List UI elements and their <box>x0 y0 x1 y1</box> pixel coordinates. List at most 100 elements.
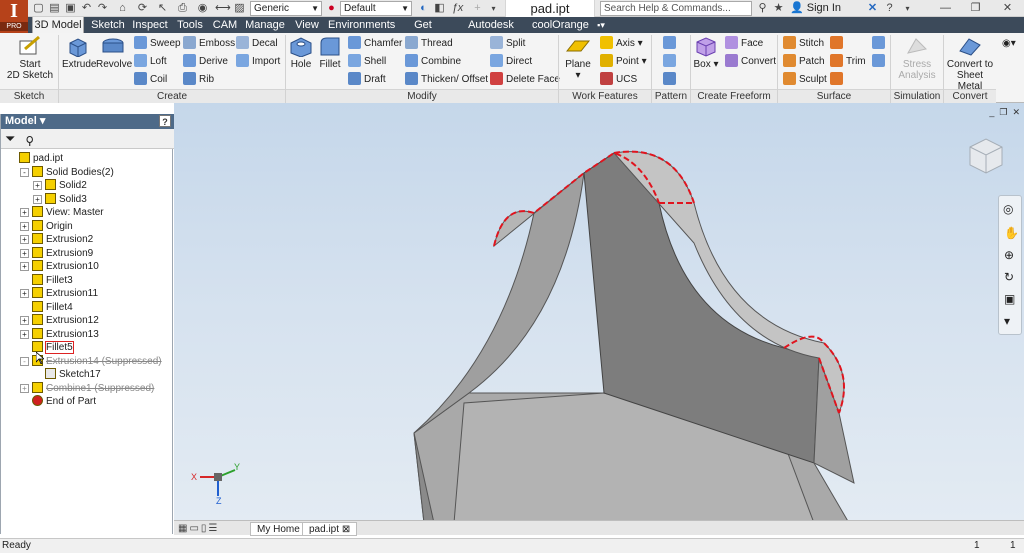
trim-button[interactable]: Trim <box>830 54 866 69</box>
tree-item[interactable]: + Solid3 <box>33 192 87 206</box>
tree-item[interactable]: + Extrusion2 <box>20 233 93 246</box>
tree-item[interactable]: + Extrusion9 <box>20 246 93 260</box>
tab-sketch[interactable]: Sketch <box>88 17 128 33</box>
measure-icon[interactable]: ⟷ <box>215 1 231 16</box>
browser-header[interactable]: Model ▾ ? <box>1 114 174 129</box>
tree-item[interactable]: Fillet5 <box>20 341 74 354</box>
sculpt-button[interactable]: Sculpt <box>783 72 827 87</box>
restore-icon[interactable]: ❐ <box>968 1 983 16</box>
style-combo[interactable]: Default ▼ <box>340 1 412 16</box>
tree-item[interactable]: + Extrusion13 <box>20 327 99 341</box>
vp-restore-icon[interactable]: ❐ <box>999 107 1007 117</box>
zoom-icon[interactable]: ⊕ <box>1004 248 1014 262</box>
steering-wheel-icon[interactable]: ◎ <box>1003 202 1013 216</box>
adjust-icon[interactable]: ◧ <box>432 1 447 16</box>
help-menu-icon[interactable]: ▾ <box>900 1 915 16</box>
loft-button[interactable]: Loft <box>134 54 167 69</box>
browser-help-button[interactable]: ? <box>159 115 171 127</box>
rib-button[interactable]: Rib <box>183 72 214 87</box>
expand-icon[interactable]: + <box>33 181 42 190</box>
start-2d-sketch-button[interactable]: Start 2D Sketch <box>6 35 54 81</box>
delete-face-button[interactable]: Delete Face <box>490 72 560 87</box>
freeform-convert-button[interactable]: Convert <box>725 54 776 69</box>
decal-button[interactable]: Decal <box>236 36 278 51</box>
tree-item[interactable]: Fillet3 <box>20 273 73 287</box>
box-button[interactable]: Box ▾ <box>692 35 720 70</box>
tile-layout-icons[interactable]: ▦▭▯☰ <box>178 523 219 534</box>
shell-button[interactable]: Shell <box>348 54 386 69</box>
sweep-button[interactable]: Sweep <box>134 36 181 51</box>
expand-icon[interactable]: + <box>20 221 29 231</box>
customize-icon[interactable]: ▾ <box>486 1 501 16</box>
tab-environments[interactable]: Environments <box>328 17 395 33</box>
ribbon-options-icon[interactable]: ◉▾ <box>1002 36 1016 51</box>
tree-item[interactable]: End of Part <box>20 395 96 408</box>
print-icon[interactable]: ⎙ <box>175 1 190 16</box>
nav-options-icon[interactable]: ▾ <box>1004 314 1010 328</box>
sign-in[interactable]: 👤 Sign In <box>790 0 841 17</box>
plus-icon[interactable]: + <box>470 1 485 16</box>
axis-button[interactable]: Axis ▾ <box>600 36 643 51</box>
doc-tab-my-home[interactable]: My Home <box>250 522 307 536</box>
tab-3d-model[interactable]: 3D Model <box>32 17 84 33</box>
tree-item[interactable]: - Solid Bodies(2) <box>20 165 114 179</box>
split-button[interactable]: Split <box>490 36 525 51</box>
emboss-button[interactable]: Emboss <box>183 36 235 51</box>
fillet-button[interactable]: Fillet <box>316 35 344 70</box>
doc-tab-pad[interactable]: pad.ipt ⊠ <box>302 522 358 536</box>
revolve-button[interactable]: Revolve <box>96 35 132 70</box>
collapse-icon[interactable]: - <box>20 167 29 177</box>
tree-item[interactable]: + Combine1 (Suppressed) <box>20 381 154 395</box>
pan-icon[interactable]: ✋ <box>1004 226 1019 240</box>
part-model[interactable] <box>174 103 1024 520</box>
close-icon[interactable]: ✕ <box>1000 1 1015 16</box>
rectangular-pattern-button[interactable] <box>663 36 679 51</box>
tab-inspect[interactable]: Inspect <box>130 17 170 33</box>
tab-get-started[interactable]: Get Started <box>398 17 448 47</box>
expand-icon[interactable]: + <box>33 194 42 204</box>
doc-tab-close-icon[interactable]: ⊠ <box>342 524 350 535</box>
select-icon[interactable]: ↖ <box>155 1 170 16</box>
tree-item[interactable]: + Extrusion11 <box>20 287 98 300</box>
appearance-icon[interactable]: ● <box>324 1 339 16</box>
expand-icon[interactable]: + <box>20 235 29 244</box>
appearance-combo[interactable]: Generic ▼ <box>250 1 322 16</box>
tab-coolorange[interactable]: coolOrange <box>532 17 589 33</box>
convert-to-sheet-metal-button[interactable]: Convert to Sheet Metal <box>944 35 996 92</box>
stress-analysis-button[interactable]: Stress Analysis <box>894 35 940 81</box>
tree-item[interactable]: pad.ipt <box>7 152 63 165</box>
search-binoculars-icon[interactable]: ⚲ <box>755 1 770 16</box>
update-icon[interactable]: ⟳ <box>135 1 150 16</box>
direct-button[interactable]: Direct <box>490 54 532 69</box>
expand-icon[interactable]: + <box>20 316 29 325</box>
redo-icon[interactable]: ↷ <box>95 1 110 16</box>
combine-button[interactable]: Combine <box>405 54 461 69</box>
exchange-icon[interactable]: ✕ <box>865 1 880 16</box>
material-icon[interactable]: ◉ <box>195 1 210 16</box>
open-icon[interactable]: ▤ <box>47 1 62 16</box>
expand-icon[interactable]: + <box>20 289 29 298</box>
save-icon[interactable]: ▣ <box>63 1 78 16</box>
graphics-viewport[interactable]: X Y Z _ ❐ ✕ <box>174 103 1024 520</box>
cube-icon[interactable]: ▨ <box>232 1 247 16</box>
orbit-icon[interactable]: ↻ <box>1004 270 1014 284</box>
tab-manage[interactable]: Manage <box>244 17 286 33</box>
look-at-icon[interactable]: ▣ <box>1004 292 1015 306</box>
stitch-button[interactable]: Stitch <box>783 36 824 51</box>
expand-icon[interactable]: + <box>20 248 29 258</box>
replace-face-button[interactable] <box>830 72 846 87</box>
surface-extend-button[interactable] <box>830 36 846 51</box>
tab-tools[interactable]: Tools <box>173 17 207 33</box>
ruled-surface-button[interactable] <box>872 36 888 51</box>
viewcube-icon[interactable] <box>964 133 1008 179</box>
chamfer-button[interactable]: Chamfer <box>348 36 402 51</box>
vp-close-icon[interactable]: ✕ <box>1012 107 1020 117</box>
favorite-icon[interactable]: ★ <box>771 1 786 16</box>
minimize-icon[interactable]: — <box>938 1 953 16</box>
coil-button[interactable]: Coil <box>134 72 167 87</box>
hole-button[interactable]: Hole <box>288 35 314 70</box>
patch-button[interactable]: Patch <box>783 54 825 69</box>
thread-button[interactable]: Thread <box>405 36 453 51</box>
vp-minimize-icon[interactable]: _ <box>989 107 994 117</box>
tab-cam[interactable]: CAM <box>210 17 240 33</box>
